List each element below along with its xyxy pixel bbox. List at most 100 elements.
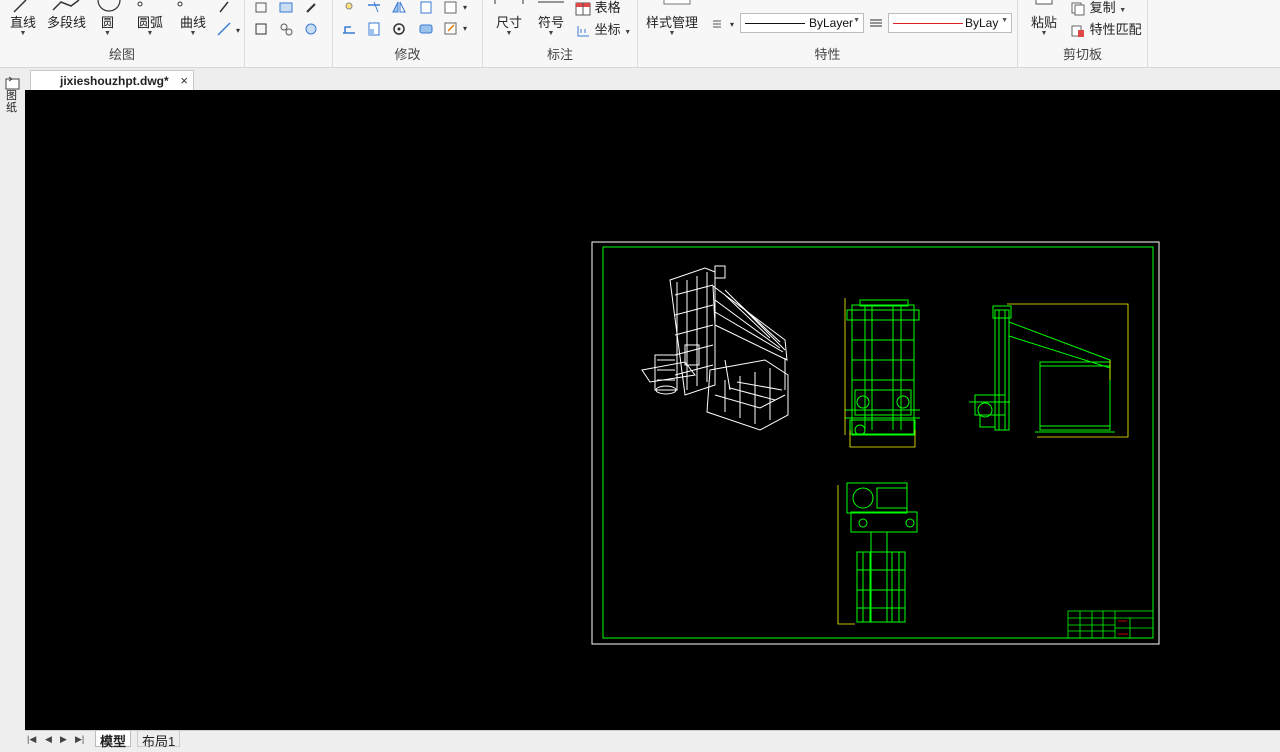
construction-line-icon[interactable]: ▾ xyxy=(216,21,244,37)
tab-model-label: 模型 xyxy=(100,734,127,749)
linetype-value: ByLayer xyxy=(809,16,854,30)
layer-list-icon[interactable]: ▾ xyxy=(710,16,740,32)
stretch-icon[interactable] xyxy=(341,21,357,37)
tab-model[interactable]: 模型 xyxy=(95,731,132,749)
last-layout-icon[interactable]: ▶| xyxy=(75,734,84,745)
panel-clipboard: 粘贴 ▼ 复制 ▼ 特性匹配 剪切板 xyxy=(1018,0,1148,68)
top-view xyxy=(846,482,918,623)
panel-modify: ▾ ▾ 修改 xyxy=(333,0,483,68)
style-manager-icon xyxy=(663,0,691,5)
panel-title-clipboard: 剪切板 xyxy=(1062,47,1102,62)
symbol-button[interactable]: 符号 ▼ xyxy=(538,1,565,37)
explode-icon[interactable] xyxy=(418,21,434,37)
copy-button[interactable]: 复制 ▼ xyxy=(1070,0,1126,16)
lineweight-dropdown[interactable]: ByLay ▼ xyxy=(888,13,1012,33)
side-panel-strip: 图纸 xyxy=(0,68,25,752)
table-button[interactable]: 表格 xyxy=(575,0,621,16)
gradient-icon[interactable] xyxy=(278,21,294,37)
curve-label: 曲线 xyxy=(180,15,207,30)
close-icon[interactable]: × xyxy=(180,73,188,88)
curve-button[interactable]: 曲线 ▼ xyxy=(177,1,207,37)
first-layout-icon[interactable]: |◀ xyxy=(27,734,36,745)
rectangle-icon[interactable] xyxy=(253,21,269,37)
array-icon[interactable]: ▾ xyxy=(443,0,473,16)
drawing-canvas[interactable] xyxy=(25,90,1280,730)
tab-layout1-label: 布局1 xyxy=(142,734,176,749)
arc-button[interactable]: 圆弧 ▼ xyxy=(137,1,164,37)
properties-edit-icon[interactable]: ▾ xyxy=(443,21,473,37)
linetype-dropdown[interactable]: ByLayer ▼ xyxy=(740,13,864,33)
rotate-icon[interactable] xyxy=(391,21,407,37)
arc-label: 圆弧 xyxy=(137,15,164,30)
ray-icon[interactable] xyxy=(216,0,232,16)
panel-properties: 样式管理 ▼ ▾ ByLayer ▼ ByLay ▼ 特性 xyxy=(638,0,1018,68)
chevron-down-icon: ▼ xyxy=(853,17,860,24)
svg-text:▾: ▾ xyxy=(236,26,240,35)
side-view xyxy=(969,305,1115,433)
coordinate-icon xyxy=(577,25,589,37)
linetype-preview xyxy=(745,23,805,24)
panel-title-annotate: 标注 xyxy=(546,47,573,62)
symbol-label: 符号 xyxy=(538,15,565,30)
chevron-down-icon: ▼ xyxy=(1040,30,1048,37)
circle-button[interactable]: 圆 ▼ xyxy=(97,0,121,37)
coordinate-button[interactable]: 坐标 ▼ xyxy=(575,19,631,38)
svg-text:▾: ▾ xyxy=(463,24,467,33)
circle-label: 圆 xyxy=(101,15,115,30)
polyline-label: 多段线 xyxy=(47,15,87,30)
curve-icon xyxy=(177,1,183,7)
symbol-icon xyxy=(538,1,564,3)
copy-object-icon[interactable] xyxy=(418,0,434,16)
tab-layout1[interactable]: 布局1 xyxy=(137,731,181,749)
line-label: 直线 xyxy=(10,15,37,30)
lineweight-preview xyxy=(893,23,963,24)
paste-button[interactable]: 粘贴 ▼ xyxy=(1031,0,1057,37)
match-properties-label: 特性匹配 xyxy=(1089,22,1142,37)
lineweight-value: ByLay xyxy=(965,16,999,30)
dimension-button[interactable]: 尺寸 ▼ xyxy=(494,0,524,37)
match-properties-button[interactable]: 特性匹配 xyxy=(1070,19,1142,38)
line-icon xyxy=(13,0,27,13)
chevron-down-icon: ▼ xyxy=(189,30,197,37)
style-manager-button[interactable]: 样式管理 ▼ xyxy=(646,0,698,37)
front-view xyxy=(845,299,920,436)
scale-icon[interactable] xyxy=(366,21,382,37)
side-panel-icon[interactable] xyxy=(5,76,20,90)
circle-icon xyxy=(97,0,121,12)
next-layout-icon[interactable]: ▶ xyxy=(60,734,67,745)
paste-icon xyxy=(1035,0,1053,5)
table-icon xyxy=(575,2,591,16)
move-icon[interactable] xyxy=(341,0,357,16)
chevron-down-icon: ▼ xyxy=(547,30,555,37)
trim-icon[interactable] xyxy=(366,0,382,16)
svg-text:▾: ▾ xyxy=(463,3,467,12)
panel-annotate: 尺寸 ▼ 符号 ▼ 表格 坐标 ▼ 标注 xyxy=(483,0,638,68)
prev-layout-icon[interactable]: ◀ xyxy=(45,734,52,745)
chevron-down-icon: ▼ xyxy=(1001,17,1008,24)
point-icon[interactable] xyxy=(303,0,319,16)
polyline-button[interactable]: 多段线 xyxy=(47,0,87,30)
panel-draw: 直线 ▼ 多段线 圆 ▼ 圆弧 ▼ 曲线 ▼ ▾ 绘图 xyxy=(0,0,245,68)
mirror-icon[interactable] xyxy=(391,0,407,16)
dimension-label: 尺寸 xyxy=(496,15,523,30)
region-icon[interactable] xyxy=(253,0,269,16)
panel-title-modify: 修改 xyxy=(394,47,421,62)
layout-tab-bar: |◀ ◀ ▶ ▶| 模型 布局1 xyxy=(25,730,1280,752)
lineweight-icon[interactable] xyxy=(868,16,884,32)
boundary-icon[interactable] xyxy=(303,21,319,37)
panel-title-properties: 特性 xyxy=(814,47,841,62)
copy-icon xyxy=(1071,2,1085,16)
document-tab[interactable]: jixieshouzhpt.dwg* × xyxy=(30,70,194,90)
title-block-accent xyxy=(1118,620,1128,635)
document-tab-title: jixieshouzhpt.dwg* xyxy=(60,74,169,88)
chevron-down-icon: ▼ xyxy=(668,30,676,37)
panel-draw-tools xyxy=(245,0,333,68)
table-label: 表格 xyxy=(594,0,621,15)
line-button[interactable]: 直线 ▼ xyxy=(10,0,37,37)
hatch-icon[interactable] xyxy=(278,0,294,16)
coordinate-label: 坐标 xyxy=(594,22,621,37)
ribbon: 直线 ▼ 多段线 圆 ▼ 圆弧 ▼ 曲线 ▼ ▾ 绘图 ▾ ▾ 修改 尺寸 ▼ … xyxy=(0,0,1280,68)
chevron-down-icon: ▼ xyxy=(146,30,154,37)
svg-text:▾: ▾ xyxy=(730,20,734,29)
side-panel-label[interactable]: 图纸 xyxy=(6,90,18,114)
